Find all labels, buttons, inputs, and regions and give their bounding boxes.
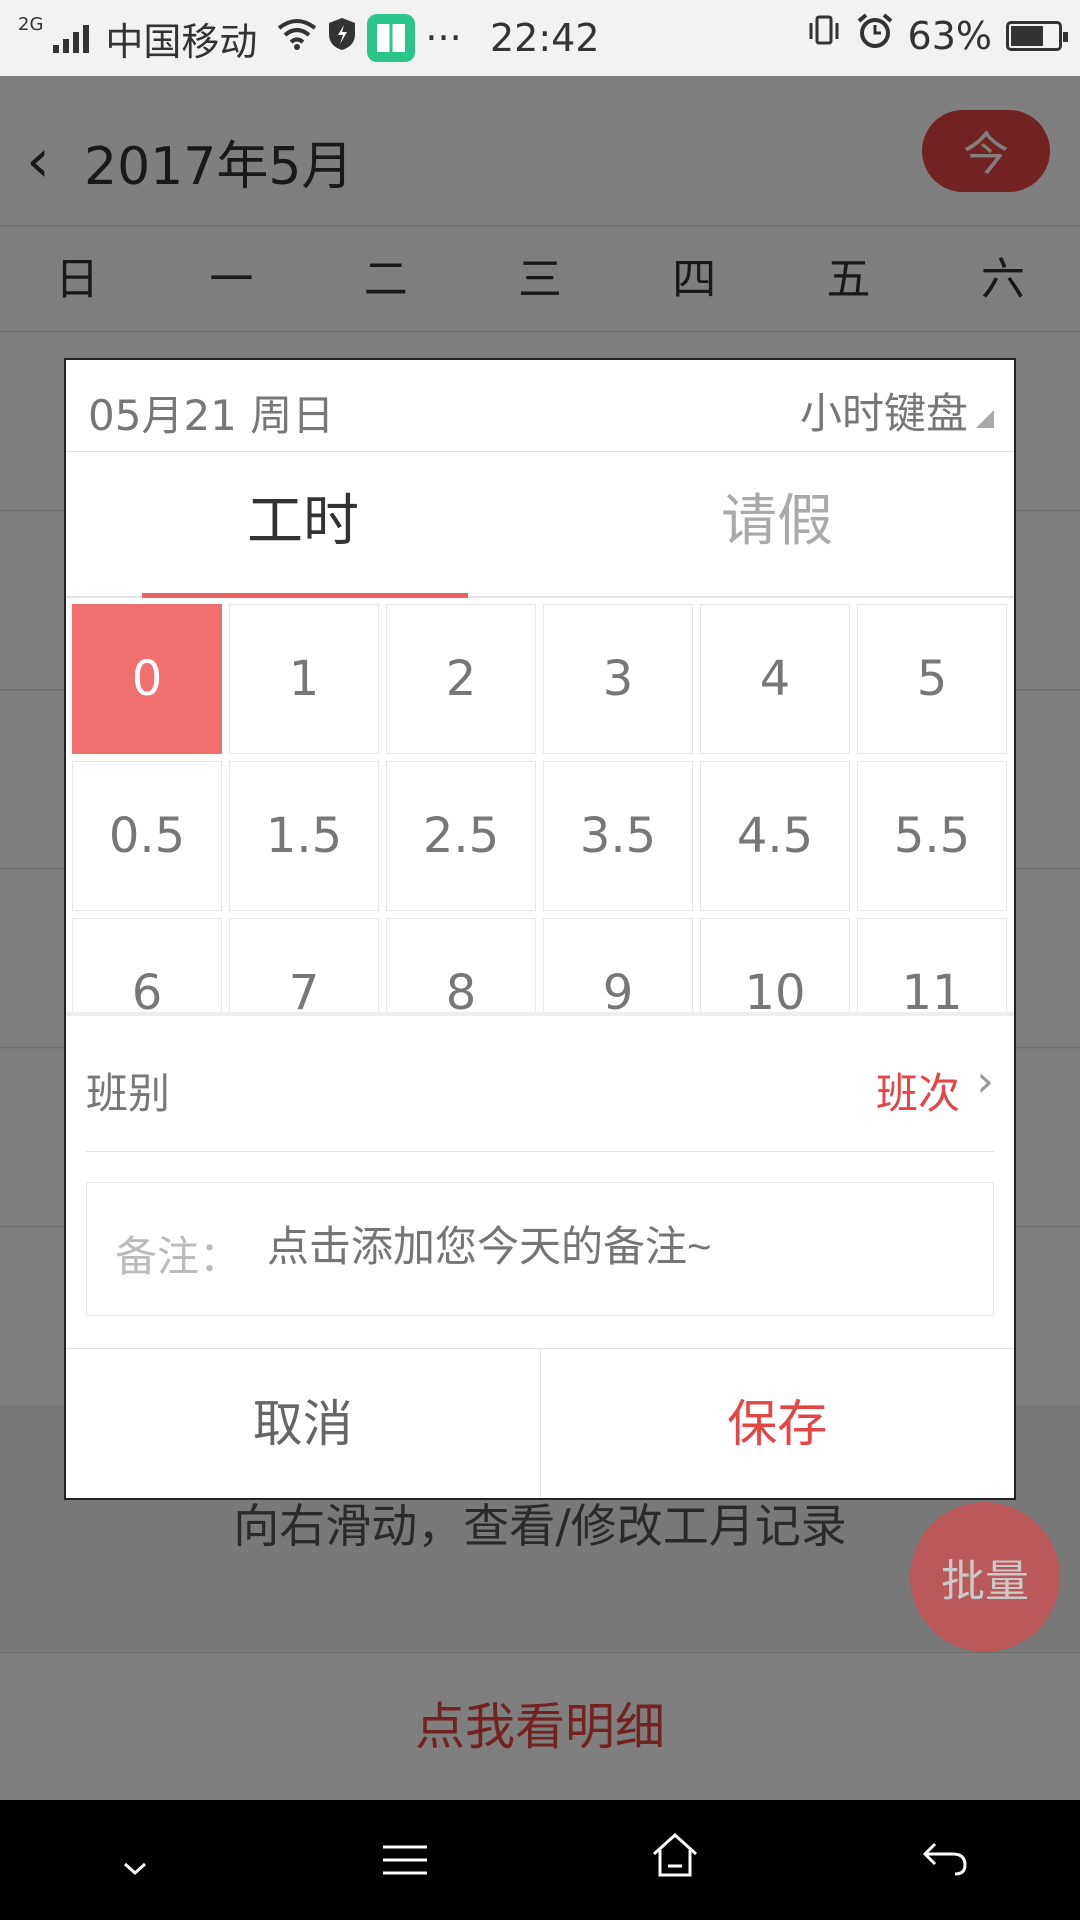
- hour-key[interactable]: 10: [700, 918, 850, 1016]
- battery-icon: [1006, 20, 1068, 51]
- hours-keypad: 0 1 2 3 4 5 0.5 1.5 2.5 3.5 4.5 5.5 6 7 …: [66, 598, 1014, 1016]
- back-icon[interactable]: [885, 1833, 1005, 1887]
- hour-key[interactable]: 4: [700, 604, 850, 754]
- hour-key[interactable]: 2: [386, 604, 536, 754]
- dialog-actions: 取消 保存: [66, 1348, 1014, 1498]
- battery-percent: 63%: [907, 13, 992, 58]
- hour-key[interactable]: 3: [543, 604, 693, 754]
- dialog-date: 05月21 周日: [88, 391, 335, 440]
- home-icon[interactable]: [615, 1832, 735, 1889]
- shift-value[interactable]: 班次: [876, 1060, 960, 1121]
- keyboard-mode-dropdown[interactable]: 小时键盘: [800, 380, 994, 441]
- hour-key[interactable]: 0: [72, 604, 222, 754]
- cancel-button[interactable]: 取消: [66, 1349, 541, 1498]
- dialog-header: 05月21 周日 小时键盘: [66, 360, 1014, 452]
- hour-key[interactable]: 0.5: [72, 761, 222, 911]
- note-input[interactable]: [267, 1223, 967, 1271]
- hour-key[interactable]: 5: [857, 604, 1007, 754]
- hour-key[interactable]: 3.5: [543, 761, 693, 911]
- hour-key[interactable]: 7: [229, 918, 379, 1016]
- status-bar: 2G 中国移动 ··· 22:42 63%: [0, 0, 1080, 76]
- save-button[interactable]: 保存: [541, 1349, 1015, 1498]
- tab-leave[interactable]: 请假: [540, 452, 1014, 596]
- status-right: 63%: [806, 12, 1068, 59]
- tab-work-hours[interactable]: 工时: [66, 452, 540, 596]
- more-notifications: ···: [425, 16, 462, 60]
- hour-key[interactable]: 4.5: [700, 761, 850, 911]
- note-label: 备注：: [115, 1232, 242, 1281]
- signal-icon: [53, 23, 90, 53]
- note-field[interactable]: 备注：: [86, 1182, 994, 1316]
- vibrate-icon: [806, 13, 842, 58]
- shield-icon: [327, 16, 357, 61]
- status-left: 2G 中国移动 ···: [18, 11, 462, 66]
- network-type: 2G: [18, 13, 44, 35]
- hour-key[interactable]: 11: [857, 918, 1007, 1016]
- shift-label: 班别: [86, 1069, 171, 1118]
- chevron-right-icon: ›: [976, 1056, 994, 1107]
- hour-key[interactable]: 2.5: [386, 761, 536, 911]
- hour-key[interactable]: 1.5: [229, 761, 379, 911]
- wifi-icon: [277, 18, 317, 59]
- clock: 22:42: [490, 16, 600, 60]
- shift-selector[interactable]: 班别 班次 ›: [86, 1016, 994, 1152]
- dialog-tabs: 工时 请假: [66, 452, 1014, 598]
- app-notification-icon: [367, 14, 416, 62]
- hour-key[interactable]: 5.5: [857, 761, 1007, 911]
- alarm-icon: [856, 12, 894, 59]
- menu-icon[interactable]: [345, 1833, 465, 1887]
- hour-key[interactable]: 1: [229, 604, 379, 754]
- hour-key[interactable]: 6: [72, 918, 222, 1016]
- hour-key[interactable]: 9: [543, 918, 693, 1016]
- hour-key[interactable]: 8: [386, 918, 536, 1016]
- chevron-down-icon[interactable]: [75, 1833, 195, 1887]
- batch-button[interactable]: 批量: [910, 1502, 1060, 1652]
- system-nav-bar: [0, 1800, 1080, 1920]
- work-hours-dialog: 05月21 周日 小时键盘 工时 请假 0 1 2 3 4 5 0.5 1.5 …: [64, 358, 1016, 1500]
- carrier-name: 中国移动: [105, 19, 258, 64]
